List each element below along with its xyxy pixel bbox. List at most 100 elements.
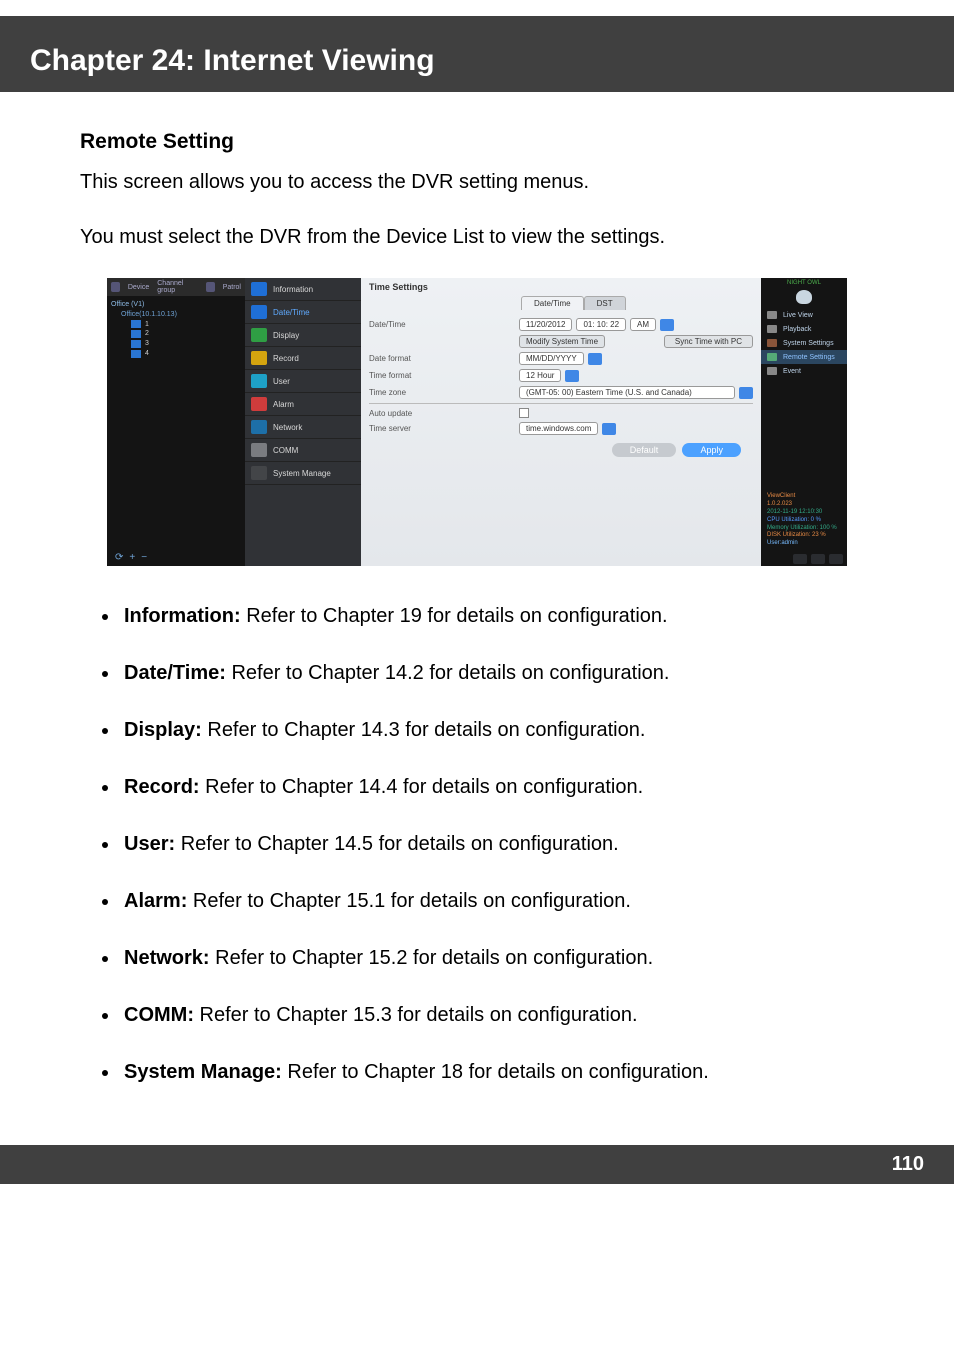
menu-label: User [273,377,290,386]
device-sub[interactable]: Office(10.1.10.13) [121,310,241,320]
section-title: Remote Setting [80,130,874,154]
tab-device[interactable]: Device [128,284,149,291]
select-time-format[interactable]: 12 Hour [519,369,561,382]
menu-information[interactable]: Information [245,278,361,301]
nav-label: System Settings [783,340,834,347]
network-icon [251,420,267,434]
input-time[interactable]: 01: 10: 22 [576,318,626,331]
input-ampm[interactable]: AM [630,318,656,331]
dropdown-icon[interactable] [660,319,674,331]
list-item: Display: Refer to Chapter 14.3 for detai… [120,716,874,745]
page-number: 110 [892,1153,924,1175]
client-info: ViewClient 1.0.2.023 2012-11-19 12:10:30… [761,489,847,552]
tab-dst[interactable]: DST [584,296,626,310]
info-icon [251,282,267,296]
item-text: Refer to Chapter 15.1 for details on con… [187,890,631,912]
intro-text-2: You must select the DVR from the Device … [80,223,874,252]
channel-4[interactable]: 4 [131,349,241,359]
label-date-format: Date format [369,354,519,363]
ch-label: 3 [145,339,149,349]
chapter-title: Chapter 24: Internet Viewing [30,44,924,78]
client-timestamp: 2012-11-19 12:10:30 [767,509,841,517]
tab-channel-group[interactable]: Channel group [157,280,198,294]
device-root[interactable]: Office (V1) [111,300,241,310]
record-icon [251,351,267,365]
menu-record[interactable]: Record [245,347,361,370]
select-time-server[interactable]: time.windows.com [519,422,598,435]
menu-label: COMM [273,446,298,455]
nav-system-settings[interactable]: System Settings [761,336,847,350]
nav-label: Remote Settings [783,354,835,361]
checkbox-auto-update[interactable] [519,408,529,418]
list-item: Network: Refer to Chapter 15.2 for detai… [120,944,874,973]
menu-alarm[interactable]: Alarm [245,393,361,416]
dropdown-icon[interactable] [565,370,579,382]
channel-3[interactable]: 3 [131,339,241,349]
menu-date-time[interactable]: Date/Time [245,301,361,324]
list-item: Date/Time: Refer to Chapter 14.2 for det… [120,659,874,688]
menu-label: Date/Time [273,308,310,317]
menu-user[interactable]: User [245,370,361,393]
menu-comm[interactable]: COMM [245,439,361,462]
nav-event[interactable]: Event [761,364,847,378]
channel-2[interactable]: 2 [131,329,241,339]
menu-display[interactable]: Display [245,324,361,347]
nav-playback[interactable]: Playback [761,322,847,336]
dropdown-icon[interactable] [602,423,616,435]
dropdown-icon[interactable] [739,387,753,399]
menu-network[interactable]: Network [245,416,361,439]
item-title: Alarm: [124,890,187,912]
settings-menu: Information Date/Time Display Record Use… [245,278,361,566]
label-date-time: Date/Time [369,320,519,329]
apply-button[interactable]: Apply [682,443,741,457]
client-version: 1.0.2.023 [767,501,841,509]
toolbar-btn-3[interactable] [829,554,843,564]
toolbar-btn-1[interactable] [793,554,807,564]
item-title: Display: [124,719,202,741]
panel-title: Time Settings [361,278,761,292]
disk-util: DISK Utilization: 23 % [767,532,841,540]
select-time-zone[interactable]: (GMT-05: 00) Eastern Time (U.S. and Cana… [519,386,735,399]
refresh-button[interactable]: ⟳ [115,552,123,563]
label-time-server: Time server [369,424,519,433]
default-button[interactable]: Default [612,443,677,457]
toolbar-btn-2[interactable] [811,554,825,564]
intro-text-1: This screen allows you to access the DVR… [80,168,874,197]
tab-date-time[interactable]: Date/Time [521,296,584,310]
right-toolbar [761,552,847,566]
item-title: Information: [124,605,241,627]
modify-system-time-button[interactable]: Modify System Time [519,335,605,348]
sync-time-button[interactable]: Sync Time with PC [664,335,753,348]
left-tabs: Device Channel group Patrol [107,278,245,296]
item-title: User: [124,833,175,855]
item-text: Refer to Chapter 19 for details on confi… [241,605,668,627]
select-date-format[interactable]: MM/DD/YYYY [519,352,584,365]
channel-1[interactable]: 1 [131,320,241,330]
item-title: Network: [124,947,210,969]
nav-remote-settings[interactable]: Remote Settings [761,350,847,364]
list-item: System Manage: Refer to Chapter 18 for d… [120,1058,874,1087]
add-button[interactable]: + [129,552,135,563]
device-toolbar: ⟳ + − [107,549,245,566]
dropdown-icon[interactable] [588,353,602,365]
input-date[interactable]: 11/20/2012 [519,318,572,331]
remove-button[interactable]: − [141,552,147,563]
chapter-header: Chapter 24: Internet Viewing [0,16,954,92]
item-text: Refer to Chapter 18 for details on confi… [282,1061,709,1083]
item-title: Date/Time: [124,662,226,684]
menu-label: Record [273,354,299,363]
menu-label: Alarm [273,400,294,409]
menu-system-manage[interactable]: System Manage [245,462,361,485]
nav-live-view[interactable]: Live View [761,308,847,322]
gear-icon [767,339,777,347]
list-item: Alarm: Refer to Chapter 15.1 for details… [120,887,874,916]
tab-patrol[interactable]: Patrol [223,284,241,291]
alarm-icon [251,397,267,411]
separator [369,403,753,404]
device-panel: Device Channel group Patrol Office (V1) … [107,278,245,566]
item-text: Refer to Chapter 14.4 for details on con… [200,776,644,798]
item-text: Refer to Chapter 15.3 for details on con… [194,1004,638,1026]
nav-label: Event [783,368,801,375]
brand-label: NIGHT OWL [761,278,847,286]
page-footer: 110 [0,1145,954,1184]
